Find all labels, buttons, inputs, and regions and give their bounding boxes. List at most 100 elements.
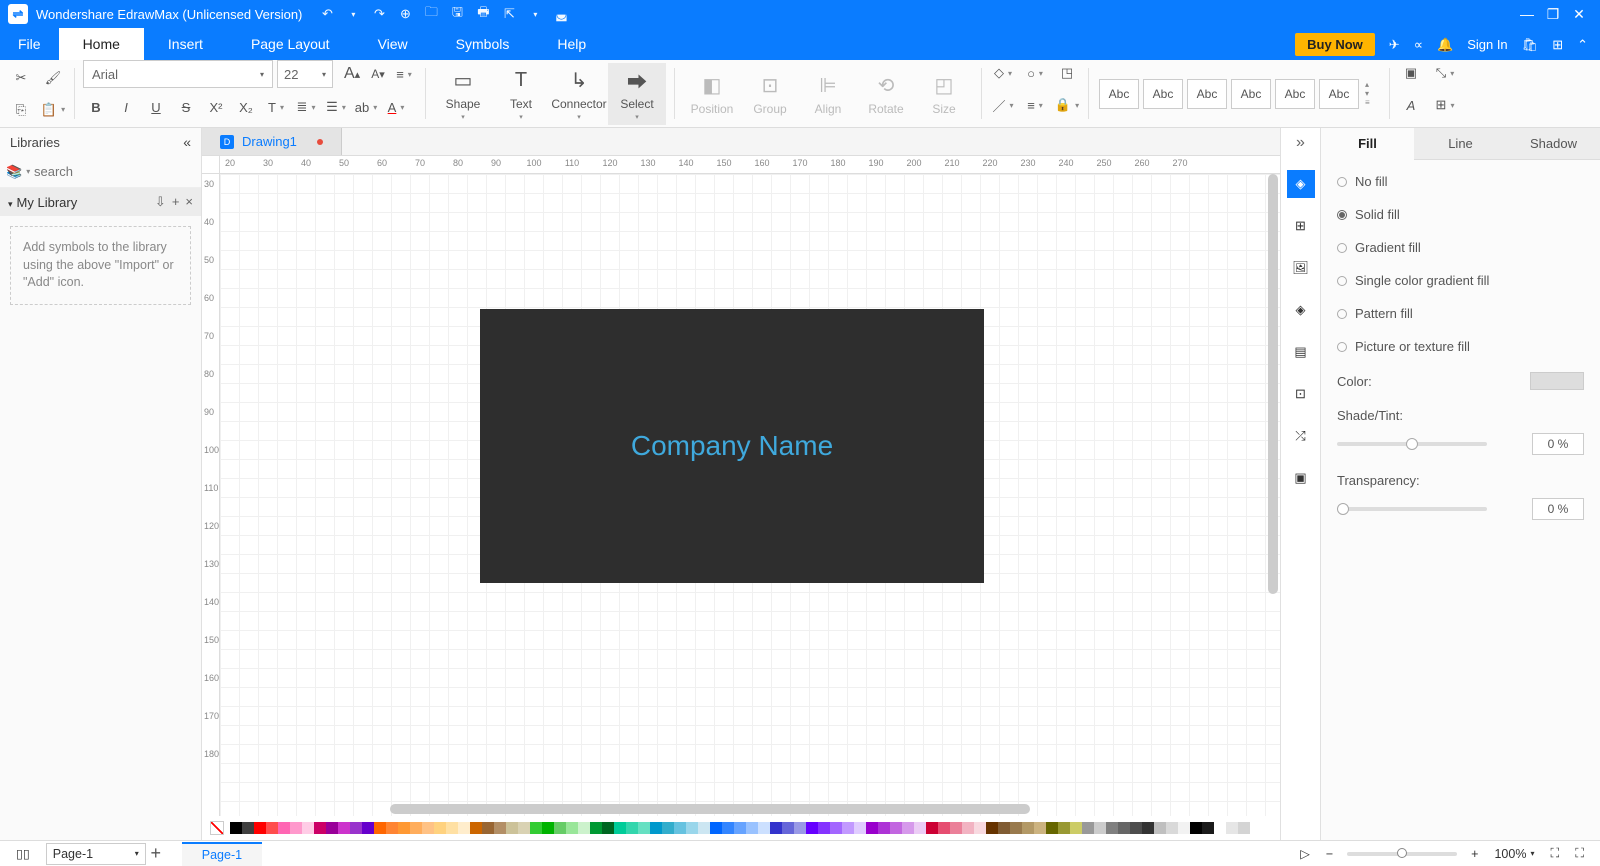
- color-swatch[interactable]: [818, 822, 830, 834]
- color-swatch[interactable]: [290, 822, 302, 834]
- fill-pattern-radio[interactable]: Pattern fill: [1337, 306, 1584, 321]
- save-icon[interactable]: 🖫: [448, 3, 466, 25]
- scrollbar-horizontal[interactable]: [390, 804, 1030, 814]
- prop-tab-fill[interactable]: Fill: [1321, 128, 1414, 160]
- color-swatch[interactable]: [242, 822, 254, 834]
- paste-icon[interactable]: 📋: [40, 97, 66, 123]
- style-scroll-down-icon[interactable]: ▾: [1365, 89, 1370, 98]
- color-swatch[interactable]: [350, 822, 362, 834]
- color-swatch[interactable]: [902, 822, 914, 834]
- layout-panel-icon[interactable]: ⊞: [1287, 212, 1315, 240]
- color-swatch[interactable]: [1082, 822, 1094, 834]
- position-tool[interactable]: ◧Position: [683, 63, 741, 125]
- image-panel-icon[interactable]: 🖼: [1287, 254, 1315, 282]
- text-align-icon[interactable]: ≡: [391, 61, 417, 87]
- my-library-section[interactable]: ▾My Library ⇩ + ×: [0, 188, 201, 216]
- zoom-slider[interactable]: [1347, 852, 1457, 856]
- fill-solid-radio[interactable]: Solid fill: [1337, 207, 1584, 222]
- color-swatch[interactable]: [506, 822, 518, 834]
- color-swatch[interactable]: [338, 822, 350, 834]
- send-icon[interactable]: ✈: [1389, 37, 1400, 53]
- color-swatch[interactable]: [734, 822, 746, 834]
- shape-rectangle[interactable]: Company Name: [480, 309, 984, 583]
- connector-tool[interactable]: ↳Connector: [550, 63, 608, 125]
- focus-mode-icon[interactable]: ▣: [1398, 60, 1424, 86]
- add-icon[interactable]: +: [172, 194, 180, 210]
- color-swatch[interactable]: [1202, 822, 1214, 834]
- import-icon[interactable]: ⇩: [155, 194, 166, 210]
- signin-link[interactable]: Sign In: [1467, 37, 1507, 52]
- color-swatch[interactable]: [386, 822, 398, 834]
- transparency-slider[interactable]: [1337, 507, 1487, 511]
- color-swatch[interactable]: [638, 822, 650, 834]
- dropdown-icon[interactable]: ▾: [344, 10, 362, 19]
- open-icon[interactable]: 🗀: [422, 3, 440, 25]
- color-swatch[interactable]: [254, 822, 266, 834]
- color-swatch[interactable]: [446, 822, 458, 834]
- shape-effects-icon[interactable]: ◳: [1054, 60, 1080, 86]
- color-swatch[interactable]: [1214, 822, 1226, 834]
- color-swatch[interactable]: [626, 822, 638, 834]
- print-icon[interactable]: 🖶: [474, 3, 492, 25]
- size-tool[interactable]: ◰Size: [915, 63, 973, 125]
- color-swatch[interactable]: [398, 822, 410, 834]
- customize-icon[interactable]: ◛: [552, 6, 570, 22]
- shuffle-panel-icon[interactable]: ⤮: [1287, 422, 1315, 450]
- color-swatch[interactable]: [374, 822, 386, 834]
- color-swatch[interactable]: [590, 822, 602, 834]
- select-tool[interactable]: ⮕Select: [608, 63, 666, 125]
- page-layout-icon[interactable]: ▯▯: [8, 844, 38, 863]
- color-swatch[interactable]: [878, 822, 890, 834]
- no-fill-swatch[interactable]: [210, 821, 224, 835]
- minimize-button[interactable]: —: [1514, 6, 1540, 22]
- color-swatch[interactable]: [326, 822, 338, 834]
- color-swatch[interactable]: [566, 822, 578, 834]
- color-swatch[interactable]: [314, 822, 326, 834]
- prop-tab-shadow[interactable]: Shadow: [1507, 128, 1600, 160]
- color-swatch[interactable]: [974, 822, 986, 834]
- color-swatch[interactable]: [494, 822, 506, 834]
- color-swatch[interactable]: [962, 822, 974, 834]
- color-swatch[interactable]: [674, 822, 686, 834]
- decrease-font-icon[interactable]: A▾: [365, 61, 391, 87]
- line-weight-icon[interactable]: ≡: [1022, 92, 1048, 118]
- shape-tool[interactable]: ▭Shape: [434, 63, 492, 125]
- font-size-select[interactable]: 22▾: [277, 60, 333, 88]
- zoom-value[interactable]: 100% ▾: [1486, 845, 1542, 863]
- maximize-button[interactable]: ❐: [1540, 6, 1566, 23]
- color-swatch[interactable]: [770, 822, 782, 834]
- menu-view[interactable]: View: [354, 28, 432, 60]
- menu-file[interactable]: File: [0, 28, 59, 60]
- color-swatch[interactable]: [578, 822, 590, 834]
- color-swatch[interactable]: [662, 822, 674, 834]
- color-swatch[interactable]: [890, 822, 902, 834]
- fill-color-icon[interactable]: ◇: [990, 60, 1016, 86]
- color-swatch[interactable]: [362, 822, 374, 834]
- color-swatch[interactable]: [1106, 822, 1118, 834]
- color-swatch[interactable]: [278, 822, 290, 834]
- color-swatch[interactable]: [470, 822, 482, 834]
- color-swatch[interactable]: [1154, 822, 1166, 834]
- buy-now-button[interactable]: Buy Now: [1295, 33, 1375, 56]
- new-icon[interactable]: ⊕: [396, 6, 414, 22]
- fill-panel-icon[interactable]: ◈: [1287, 170, 1315, 198]
- color-swatch[interactable]: [1166, 822, 1178, 834]
- cart-icon[interactable]: 🛍: [1522, 37, 1539, 53]
- export-icon[interactable]: ⇱: [500, 6, 518, 22]
- color-swatch[interactable]: [986, 822, 998, 834]
- redo-icon[interactable]: ↷: [370, 6, 388, 22]
- color-swatch[interactable]: [614, 822, 626, 834]
- line-style-icon[interactable]: ／: [990, 92, 1016, 118]
- color-swatch[interactable]: [854, 822, 866, 834]
- color-swatch[interactable]: [914, 822, 926, 834]
- color-swatch[interactable]: [230, 822, 242, 834]
- line-spacing-icon[interactable]: ≣: [293, 94, 319, 120]
- color-swatch[interactable]: [758, 822, 770, 834]
- menu-home[interactable]: Home: [59, 28, 144, 60]
- color-swatch[interactable]: [722, 822, 734, 834]
- style-more-icon[interactable]: ≡: [1365, 98, 1370, 107]
- dropdown-icon[interactable]: ▾: [526, 10, 544, 19]
- bold-icon[interactable]: B: [83, 94, 109, 120]
- library-menu-icon[interactable]: 📚: [6, 164, 26, 180]
- export-panel-icon[interactable]: ⊡: [1287, 380, 1315, 408]
